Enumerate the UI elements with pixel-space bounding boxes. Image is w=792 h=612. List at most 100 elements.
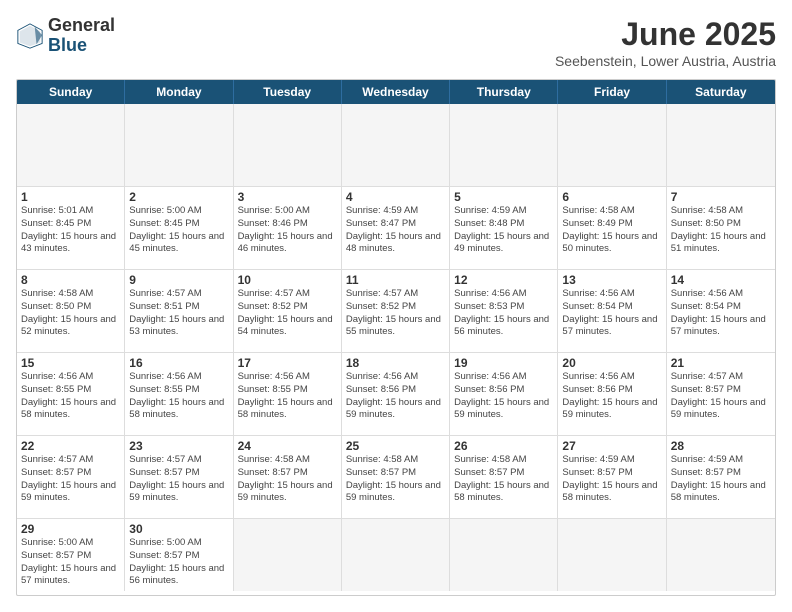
header-thursday: Thursday	[450, 80, 558, 104]
calendar-week-5: 22 Sunrise: 4:57 AMSunset: 8:57 PMDayligh…	[17, 436, 775, 519]
day-number: 6	[562, 190, 661, 204]
cal-cell-1-4	[342, 104, 450, 186]
day-number: 9	[129, 273, 228, 287]
day-info: Sunrise: 4:58 AMSunset: 8:57 PMDaylight:…	[454, 454, 553, 505]
cal-cell-6-4	[342, 519, 450, 591]
day-number: 26	[454, 439, 553, 453]
day-number: 23	[129, 439, 228, 453]
cal-cell-1-5	[450, 104, 558, 186]
cal-cell-2-3: 3Sunrise: 5:00 AMSunset: 8:46 PMDaylight…	[234, 187, 342, 269]
day-info: Sunrise: 4:56 AMSunset: 8:56 PMDaylight:…	[454, 371, 553, 422]
day-info: Sunrise: 4:56 AMSunset: 8:55 PMDaylight:…	[129, 371, 228, 422]
day-info: Sunrise: 4:59 AMSunset: 8:57 PMDaylight:…	[562, 454, 661, 505]
day-info: Sunrise: 4:59 AMSunset: 8:47 PMDaylight:…	[346, 205, 445, 256]
day-info: Sunrise: 5:00 AMSunset: 8:57 PMDaylight:…	[129, 537, 228, 588]
cal-cell-1-2	[125, 104, 233, 186]
cal-cell-6-5	[450, 519, 558, 591]
day-info: Sunrise: 4:56 AMSunset: 8:56 PMDaylight:…	[346, 371, 445, 422]
day-number: 11	[346, 273, 445, 287]
cal-cell-5-2: 23Sunrise: 4:57 AMSunset: 8:57 PMDayligh…	[125, 436, 233, 518]
day-info: Sunrise: 5:01 AMSunset: 8:45 PMDaylight:…	[21, 205, 120, 256]
day-info: Sunrise: 4:57 AMSunset: 8:57 PMDaylight:…	[671, 371, 771, 422]
day-info: Sunrise: 4:56 AMSunset: 8:56 PMDaylight:…	[562, 371, 661, 422]
day-number: 12	[454, 273, 553, 287]
cal-cell-2-7: 7Sunrise: 4:58 AMSunset: 8:50 PMDaylight…	[667, 187, 775, 269]
logo: General Blue	[16, 16, 115, 56]
day-info: Sunrise: 4:56 AMSunset: 8:53 PMDaylight:…	[454, 288, 553, 339]
cal-cell-6-6	[558, 519, 666, 591]
day-info: Sunrise: 4:57 AMSunset: 8:57 PMDaylight:…	[129, 454, 228, 505]
cal-cell-4-7: 21Sunrise: 4:57 AMSunset: 8:57 PMDayligh…	[667, 353, 775, 435]
month-title: June 2025	[555, 16, 776, 53]
day-info: Sunrise: 4:59 AMSunset: 8:57 PMDaylight:…	[671, 454, 771, 505]
cal-cell-6-3	[234, 519, 342, 591]
header-sunday: Sunday	[17, 80, 125, 104]
day-info: Sunrise: 4:58 AMSunset: 8:57 PMDaylight:…	[238, 454, 337, 505]
day-number: 4	[346, 190, 445, 204]
day-info: Sunrise: 4:56 AMSunset: 8:54 PMDaylight:…	[562, 288, 661, 339]
day-number: 29	[21, 522, 120, 536]
day-number: 27	[562, 439, 661, 453]
cal-cell-2-4: 4Sunrise: 4:59 AMSunset: 8:47 PMDaylight…	[342, 187, 450, 269]
day-info: Sunrise: 4:58 AMSunset: 8:50 PMDaylight:…	[21, 288, 120, 339]
day-info: Sunrise: 4:58 AMSunset: 8:57 PMDaylight:…	[346, 454, 445, 505]
day-info: Sunrise: 4:56 AMSunset: 8:54 PMDaylight:…	[671, 288, 771, 339]
cal-cell-4-1: 15Sunrise: 4:56 AMSunset: 8:55 PMDayligh…	[17, 353, 125, 435]
calendar-week-6: 29 Sunrise: 5:00 AMSunset: 8:57 PMDayligh…	[17, 519, 775, 591]
calendar-week-4: 15 Sunrise: 4:56 AMSunset: 8:55 PMDayligh…	[17, 353, 775, 436]
day-info: Sunrise: 5:00 AMSunset: 8:46 PMDaylight:…	[238, 205, 337, 256]
day-info: Sunrise: 4:58 AMSunset: 8:50 PMDaylight:…	[671, 205, 771, 256]
cal-cell-2-5: 5Sunrise: 4:59 AMSunset: 8:48 PMDaylight…	[450, 187, 558, 269]
day-number: 7	[671, 190, 771, 204]
cal-cell-3-3: 10Sunrise: 4:57 AMSunset: 8:52 PMDayligh…	[234, 270, 342, 352]
day-number: 5	[454, 190, 553, 204]
cal-cell-4-6: 20Sunrise: 4:56 AMSunset: 8:56 PMDayligh…	[558, 353, 666, 435]
cal-cell-5-1: 22Sunrise: 4:57 AMSunset: 8:57 PMDayligh…	[17, 436, 125, 518]
day-number: 10	[238, 273, 337, 287]
day-number: 28	[671, 439, 771, 453]
day-number: 1	[21, 190, 120, 204]
header-saturday: Saturday	[667, 80, 775, 104]
day-number: 19	[454, 356, 553, 370]
cal-cell-6-1: 29Sunrise: 5:00 AMSunset: 8:57 PMDayligh…	[17, 519, 125, 591]
cal-cell-1-1	[17, 104, 125, 186]
day-number: 21	[671, 356, 771, 370]
cal-cell-4-5: 19Sunrise: 4:56 AMSunset: 8:56 PMDayligh…	[450, 353, 558, 435]
cal-cell-3-2: 9Sunrise: 4:57 AMSunset: 8:51 PMDaylight…	[125, 270, 233, 352]
calendar-page: General Blue June 2025 Seebenstein, Lowe…	[0, 0, 792, 612]
day-number: 17	[238, 356, 337, 370]
day-number: 30	[129, 522, 228, 536]
cal-cell-6-7	[667, 519, 775, 591]
day-number: 3	[238, 190, 337, 204]
day-number: 22	[21, 439, 120, 453]
day-info: Sunrise: 4:57 AMSunset: 8:51 PMDaylight:…	[129, 288, 228, 339]
cal-cell-5-5: 26Sunrise: 4:58 AMSunset: 8:57 PMDayligh…	[450, 436, 558, 518]
cal-cell-3-4: 11Sunrise: 4:57 AMSunset: 8:52 PMDayligh…	[342, 270, 450, 352]
day-info: Sunrise: 4:56 AMSunset: 8:55 PMDaylight:…	[238, 371, 337, 422]
cal-cell-4-4: 18Sunrise: 4:56 AMSunset: 8:56 PMDayligh…	[342, 353, 450, 435]
logo-blue: Blue	[48, 36, 115, 56]
location-subtitle: Seebenstein, Lower Austria, Austria	[555, 53, 776, 69]
day-info: Sunrise: 4:58 AMSunset: 8:49 PMDaylight:…	[562, 205, 661, 256]
cal-cell-2-6: 6Sunrise: 4:58 AMSunset: 8:49 PMDaylight…	[558, 187, 666, 269]
cal-cell-4-3: 17Sunrise: 4:56 AMSunset: 8:55 PMDayligh…	[234, 353, 342, 435]
day-number: 15	[21, 356, 120, 370]
cal-cell-1-7	[667, 104, 775, 186]
title-block: June 2025 Seebenstein, Lower Austria, Au…	[555, 16, 776, 69]
day-info: Sunrise: 4:57 AMSunset: 8:52 PMDaylight:…	[238, 288, 337, 339]
day-number: 14	[671, 273, 771, 287]
cal-cell-3-1: 8Sunrise: 4:58 AMSunset: 8:50 PMDaylight…	[17, 270, 125, 352]
cal-cell-5-7: 28Sunrise: 4:59 AMSunset: 8:57 PMDayligh…	[667, 436, 775, 518]
day-number: 2	[129, 190, 228, 204]
calendar-week-2: 1Sunrise: 5:01 AMSunset: 8:45 PMDaylight…	[17, 187, 775, 270]
cal-cell-5-6: 27Sunrise: 4:59 AMSunset: 8:57 PMDayligh…	[558, 436, 666, 518]
cal-cell-3-6: 13Sunrise: 4:56 AMSunset: 8:54 PMDayligh…	[558, 270, 666, 352]
page-header: General Blue June 2025 Seebenstein, Lowe…	[16, 16, 776, 69]
logo-general: General	[48, 16, 115, 36]
calendar-grid: Sunday Monday Tuesday Wednesday Thursday…	[16, 79, 776, 596]
day-number: 25	[346, 439, 445, 453]
cal-cell-1-3	[234, 104, 342, 186]
cal-cell-2-1: 1Sunrise: 5:01 AMSunset: 8:45 PMDaylight…	[17, 187, 125, 269]
cal-cell-2-2: 2Sunrise: 5:00 AMSunset: 8:45 PMDaylight…	[125, 187, 233, 269]
day-number: 20	[562, 356, 661, 370]
